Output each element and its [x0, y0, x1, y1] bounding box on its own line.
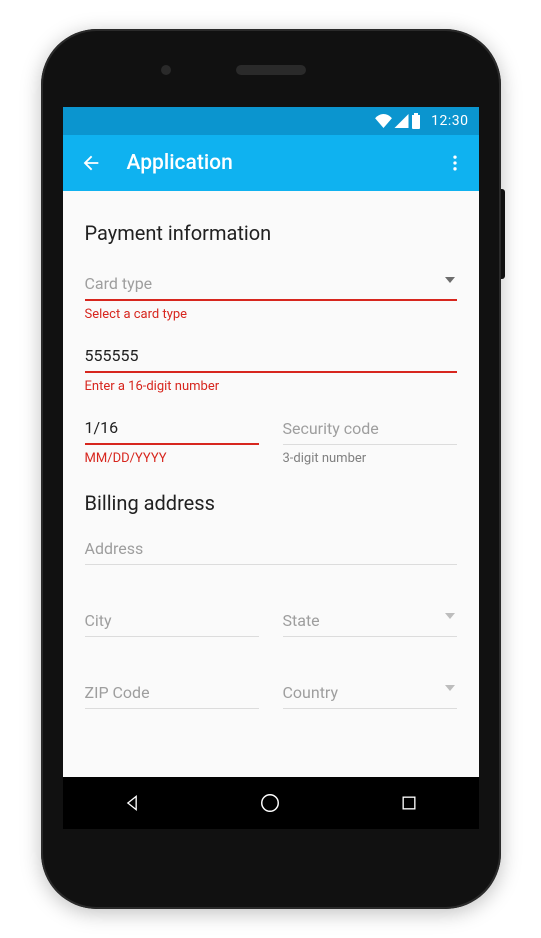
state-placeholder: State — [283, 611, 320, 630]
app-bar: Application — [63, 135, 479, 191]
status-icons — [375, 113, 421, 129]
triangle-back-icon — [122, 793, 142, 813]
cell-signal-icon — [394, 114, 409, 128]
address-field[interactable]: Address — [85, 535, 457, 587]
expiration-helper: MM/DD/YYYY — [85, 451, 259, 467]
back-button[interactable] — [77, 149, 105, 177]
battery-icon — [411, 113, 421, 129]
card-number-value: 555555 — [85, 346, 139, 365]
arrow-back-icon — [80, 152, 102, 174]
front-camera — [161, 65, 171, 75]
card-type-placeholder: Card type — [85, 274, 153, 293]
city-placeholder: City — [85, 611, 112, 630]
wifi-icon — [375, 114, 392, 128]
nav-recents-button[interactable] — [379, 777, 439, 829]
zip-field[interactable]: ZIP Code — [85, 679, 259, 709]
square-recents-icon — [399, 793, 419, 813]
speaker-grille — [236, 65, 306, 75]
chevron-down-icon — [445, 613, 455, 619]
overflow-menu-button[interactable] — [441, 149, 469, 177]
app-title: Application — [127, 151, 233, 175]
security-code-placeholder: Security code — [283, 419, 379, 438]
chevron-down-icon — [445, 277, 455, 283]
card-type-select[interactable]: Card type Select a card type — [85, 271, 457, 323]
status-bar: 12:30 — [63, 107, 479, 135]
screen: 12:30 Application Payment information Ca… — [63, 107, 479, 829]
security-code-helper: 3-digit number — [283, 451, 457, 467]
security-code-field[interactable]: Security code 3-digit number — [283, 415, 457, 467]
chevron-down-icon — [445, 685, 455, 691]
city-field[interactable]: City — [85, 607, 259, 659]
nav-back-button[interactable] — [102, 777, 162, 829]
card-number-error: Enter a 16-digit number — [85, 379, 457, 395]
card-number-field[interactable]: 555555 Enter a 16-digit number — [85, 343, 457, 395]
country-placeholder: Country — [283, 683, 339, 702]
system-nav-bar — [63, 777, 479, 829]
more-vert-icon — [445, 153, 465, 173]
expiration-value: 1/16 — [85, 418, 119, 437]
zip-placeholder: ZIP Code — [85, 683, 150, 702]
section-payment-title: Payment information — [85, 221, 457, 245]
address-placeholder: Address — [85, 539, 144, 558]
nav-home-button[interactable] — [240, 777, 300, 829]
expiration-field[interactable]: 1/16 MM/DD/YYYY — [85, 415, 259, 467]
section-billing-title: Billing address — [85, 491, 457, 515]
state-select[interactable]: State — [283, 607, 457, 659]
country-select[interactable]: Country — [283, 679, 457, 709]
form-content: Payment information Card type Select a c… — [63, 191, 479, 725]
status-time: 12:30 — [431, 113, 468, 129]
device-frame: 12:30 Application Payment information Ca… — [41, 29, 501, 909]
circle-home-icon — [259, 792, 281, 814]
card-type-error: Select a card type — [85, 307, 457, 323]
